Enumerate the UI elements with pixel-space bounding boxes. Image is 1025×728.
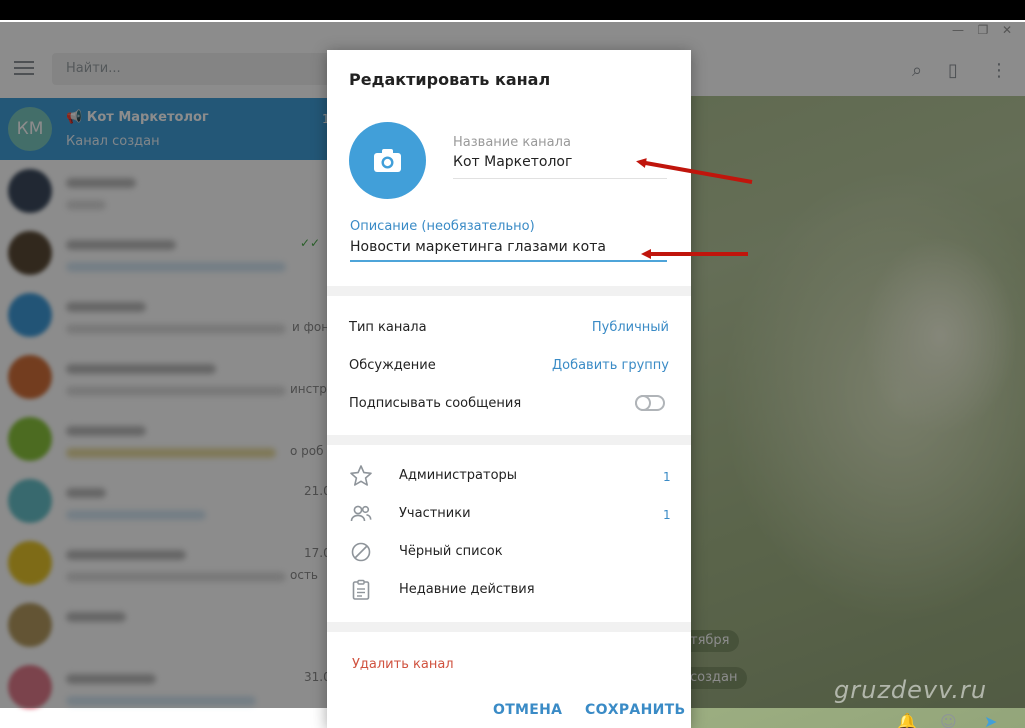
arrow-to-name: [636, 158, 753, 184]
annotation-arrows: [636, 158, 753, 259]
